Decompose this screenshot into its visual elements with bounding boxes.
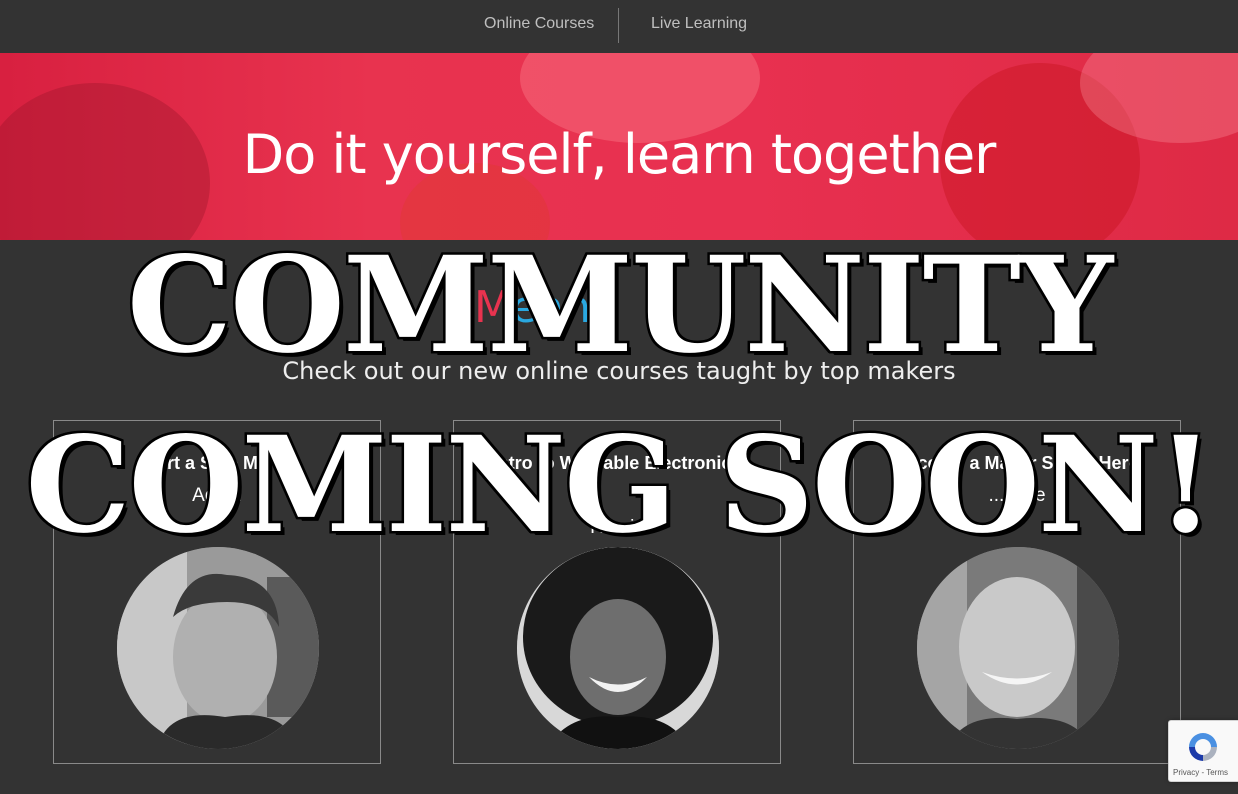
nav-live-learning[interactable]: Live Learning xyxy=(651,15,747,33)
instructor-avatar xyxy=(117,547,319,749)
recaptcha-badge[interactable]: Privacy - Terms xyxy=(1168,720,1238,782)
community-overlay-text: COMMUNITY xyxy=(124,228,1115,383)
coming-soon-overlay-text: COMING SOON! xyxy=(23,408,1217,563)
recaptcha-terms-link[interactable]: Terms xyxy=(1206,768,1228,777)
recaptcha-privacy-link[interactable]: Privacy xyxy=(1173,768,1199,777)
nav-divider xyxy=(618,8,619,43)
recaptcha-icon xyxy=(1189,733,1217,761)
hero-banner: Do it yourself, learn together xyxy=(0,53,1238,240)
hero-title: Do it yourself, learn together xyxy=(242,123,997,186)
recaptcha-links: Privacy - Terms xyxy=(1173,768,1228,777)
top-nav: Online Courses Live Learning xyxy=(0,0,1238,54)
instructor-avatar xyxy=(917,547,1119,749)
instructor-avatar xyxy=(517,547,719,749)
nav-online-courses[interactable]: Online Courses xyxy=(484,15,594,33)
